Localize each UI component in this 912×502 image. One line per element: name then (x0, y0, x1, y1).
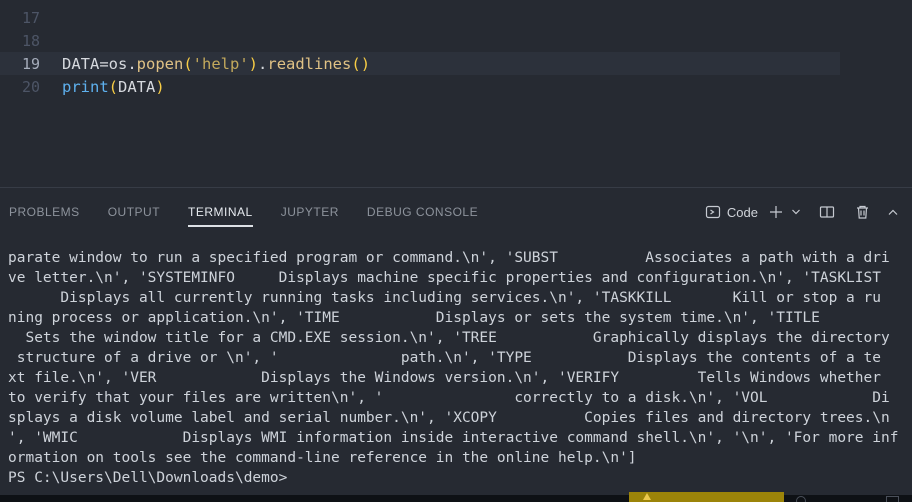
editor-line[interactable]: 17 (0, 6, 912, 29)
split-terminal-button[interactable] (819, 204, 835, 220)
chevron-down-icon (790, 206, 802, 218)
code-line-text: DATA=os.popen('help').readlines() (62, 54, 371, 73)
terminal-line: PS C:\Users\Dell\Downloads\demo> (8, 470, 288, 486)
new-terminal-button[interactable] (768, 204, 784, 220)
terminal-line: ', 'WMIC Displays WMI information inside… (8, 430, 899, 446)
panel-header: PROBLEMS OUTPUT TERMINAL JUPYTER DEBUG CONSO… (0, 188, 912, 236)
terminal-line: parate window to run a specified program… (8, 250, 890, 266)
terminal-line: Sets the window title for a CMD.EXE sess… (8, 330, 890, 346)
terminal-icon (705, 204, 721, 220)
terminal-line: splays a disk volume label and serial nu… (8, 410, 890, 426)
panel-tab-jupyter[interactable]: JUPYTER (281, 188, 339, 236)
terminal-line: ve letter.\n', 'SYSTEMINFO Displays mach… (8, 270, 881, 286)
code-line-text: print(DATA) (62, 77, 165, 96)
line-number: 18 (21, 31, 40, 50)
panel-tab-output[interactable]: OUTPUT (108, 188, 160, 236)
editor-line[interactable]: 18 (0, 29, 912, 52)
terminal-line: Displays all currently running tasks inc… (8, 290, 881, 306)
line-number: 19 (21, 54, 40, 73)
panel-tab-terminal[interactable]: TERMINAL (188, 188, 253, 236)
split-editor-icon (819, 204, 835, 220)
terminal-shell-select[interactable]: Code (705, 204, 758, 220)
bottom-panel: PROBLEMS OUTPUT TERMINAL JUPYTER DEBUG CONSO… (0, 187, 912, 502)
panel-tab-debug-console[interactable]: DEBUG CONSOLE (367, 188, 478, 236)
terminal-profile-dropdown-button[interactable] (790, 206, 802, 218)
line-number: 20 (21, 77, 40, 96)
warning-icon (643, 493, 651, 500)
warning-badge[interactable] (629, 492, 784, 502)
terminal-line: ormation on tools see the command-line r… (8, 450, 637, 466)
plus-icon (768, 204, 784, 220)
panel-tab-bar: PROBLEMS OUTPUT TERMINAL JUPYTER DEBUG CONSO… (9, 188, 478, 236)
panel-actions: Code (705, 204, 900, 220)
circle-icon (796, 496, 806, 502)
panel-tab-problems[interactable]: PROBLEMS (9, 188, 80, 236)
code-editor[interactable]: 17 18 19 DATA=os.popen('help').readlines() 2… (0, 0, 912, 187)
terminal-line: to verify that your files are written\n'… (8, 390, 890, 406)
window-icon (886, 496, 899, 502)
editor-line[interactable]: 19 DATA=os.popen('help').readlines() (0, 52, 912, 75)
terminal-line: ning process or application.\n', 'TIME D… (8, 310, 820, 326)
maximize-panel-button[interactable] (886, 206, 900, 218)
terminal-line: structure of a drive or \n', ' path.\n',… (8, 350, 881, 366)
editor-lines: 17 18 19 DATA=os.popen('help').readlines() 2… (0, 0, 912, 98)
trash-icon (855, 204, 870, 220)
kill-terminal-button[interactable] (855, 204, 870, 220)
terminal-output[interactable]: parate window to run a specified program… (0, 248, 912, 498)
editor-line[interactable]: 20 print(DATA) (0, 75, 912, 98)
chevron-up-icon (886, 206, 900, 218)
terminal-line: xt file.\n', 'VER Displays the Windows v… (8, 370, 881, 386)
shell-label: Code (726, 204, 758, 220)
line-number: 17 (21, 8, 40, 27)
status-bar-edge (0, 492, 912, 502)
